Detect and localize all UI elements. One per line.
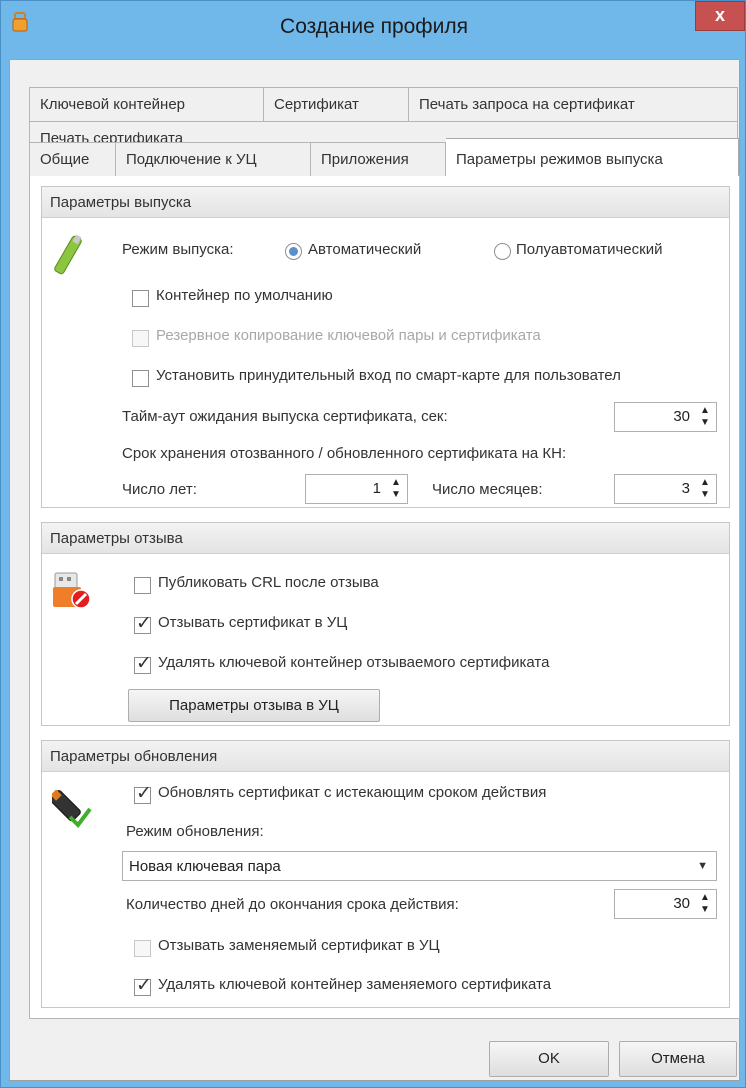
tab-certificate[interactable]: Сертификат xyxy=(264,87,409,121)
title-bar: Создание профиля x xyxy=(1,1,746,59)
checkbox-revoke-replaced[interactable] xyxy=(134,940,151,957)
update-mode-select[interactable]: Новая ключевая пара ▼ xyxy=(122,851,717,881)
years-value: 1 xyxy=(372,480,381,497)
usb-token-icon xyxy=(54,234,82,275)
checkbox-delete-replaced[interactable]: ✓ xyxy=(134,975,152,996)
revoke-params-button[interactable]: Параметры отзыва в УЦ xyxy=(128,689,380,722)
tab-key-container[interactable]: Ключевой контейнер xyxy=(29,87,264,121)
revoke-token-icon xyxy=(53,572,91,609)
tab-applications[interactable]: Приложения xyxy=(311,142,446,176)
group-revoke-params: Параметры отзыва Публиковать CRL после о… xyxy=(41,522,730,726)
radio-selected-dot xyxy=(289,247,298,256)
months-label: Число месяцев: xyxy=(432,481,543,498)
radio-auto[interactable] xyxy=(285,243,302,260)
radio-semi-auto[interactable] xyxy=(494,243,511,260)
radio-semi-auto-label: Полуавтоматический xyxy=(516,241,663,258)
group-update-params: Параметры обновления ✓ Обновлять сертифи… xyxy=(41,740,730,1008)
chevron-down-icon[interactable]: ▼ xyxy=(697,860,708,872)
radio-auto-label: Автоматический xyxy=(308,241,422,258)
months-spinbox[interactable]: 3 ▲ ▼ xyxy=(614,474,717,504)
backup-label: Резервное копирование ключевой пары и се… xyxy=(156,327,541,344)
checkbox-update-expiring[interactable]: ✓ xyxy=(134,783,152,804)
check-mark-icon: ✓ xyxy=(136,783,152,804)
checkbox-revoke-in-ca[interactable]: ✓ xyxy=(134,613,152,634)
group-header: Параметры выпуска xyxy=(42,187,729,218)
force-smartcard-label: Установить принудительный вход по смарт-… xyxy=(156,367,621,384)
dialog-window: Создание профиля x Ключевой контейнер Се… xyxy=(0,0,746,1088)
cancel-button[interactable]: Отмена xyxy=(619,1041,737,1077)
update-mode-value: Новая ключевая пара xyxy=(129,858,281,875)
tab-general[interactable]: Общие xyxy=(29,142,116,176)
checkbox-backup xyxy=(132,330,149,347)
spin-arrows-icon[interactable]: ▲ ▼ xyxy=(698,405,712,429)
tab-issue-modes[interactable]: Параметры режимов выпуска xyxy=(446,138,739,176)
issue-mode-label: Режим выпуска: xyxy=(122,241,234,258)
timeout-label: Тайм-аут ожидания выпуска сертификата, с… xyxy=(122,408,448,425)
check-mark-icon: ✓ xyxy=(136,975,152,996)
tab-row-3: Общие Подключение к УЦ Приложения Параме… xyxy=(29,138,739,176)
close-button[interactable]: x xyxy=(695,1,745,31)
checkbox-publish-crl[interactable] xyxy=(134,577,151,594)
checkbox-default-container[interactable] xyxy=(132,290,149,307)
default-container-label: Контейнер по умолчанию xyxy=(156,287,333,304)
tab-print-request[interactable]: Печать запроса на сертификат xyxy=(409,87,738,121)
tab-row-1: Ключевой контейнер Сертификат Печать зап… xyxy=(29,87,738,121)
days-label: Количество дней до окончания срока дейст… xyxy=(126,896,459,913)
revoke-in-ca-label: Отзывать сертификат в УЦ xyxy=(158,614,348,631)
window-title: Создание профиля xyxy=(280,15,468,38)
years-label: Число лет: xyxy=(122,481,197,498)
timeout-spinbox[interactable]: 30 ▲ ▼ xyxy=(614,402,717,432)
tab-panel-issue-modes: Параметры выпуска Режим выпуска: Автомат… xyxy=(29,175,740,1019)
checkbox-delete-container[interactable]: ✓ xyxy=(134,653,152,674)
tab-ca-connection[interactable]: Подключение к УЦ xyxy=(116,142,311,176)
ok-button[interactable]: OK xyxy=(489,1041,609,1077)
checkbox-force-smartcard[interactable] xyxy=(132,370,149,387)
publish-crl-label: Публиковать CRL после отзыва xyxy=(158,574,379,591)
years-spinbox[interactable]: 1 ▲ ▼ xyxy=(305,474,408,504)
group-header: Параметры обновления xyxy=(42,741,729,772)
group-header: Параметры отзыва xyxy=(42,523,729,554)
days-spinbox[interactable]: 30 ▲ ▼ xyxy=(614,889,717,919)
days-value: 30 xyxy=(673,895,690,912)
group-issue-params: Параметры выпуска Режим выпуска: Автомат… xyxy=(41,186,730,508)
revoke-replaced-label: Отзывать заменяемый сертификат в УЦ xyxy=(158,937,440,954)
spin-arrows-icon[interactable]: ▲ ▼ xyxy=(698,892,712,916)
months-value: 3 xyxy=(681,480,690,497)
check-mark-icon: ✓ xyxy=(136,653,152,674)
check-mark-icon: ✓ xyxy=(136,613,152,634)
update-token-icon xyxy=(52,789,92,829)
delete-replaced-label: Удалять ключевой контейнер заменяемого с… xyxy=(158,976,552,993)
update-mode-label: Режим обновления: xyxy=(126,823,264,840)
update-expiring-label: Обновлять сертификат с истекающим сроком… xyxy=(158,784,547,801)
spin-arrows-icon[interactable]: ▲ ▼ xyxy=(389,477,403,501)
retention-label: Срок хранения отозванного / обновленного… xyxy=(122,445,567,462)
delete-container-label: Удалять ключевой контейнер отзываемого с… xyxy=(158,654,550,671)
spin-arrows-icon[interactable]: ▲ ▼ xyxy=(698,477,712,501)
timeout-value: 30 xyxy=(673,408,690,425)
